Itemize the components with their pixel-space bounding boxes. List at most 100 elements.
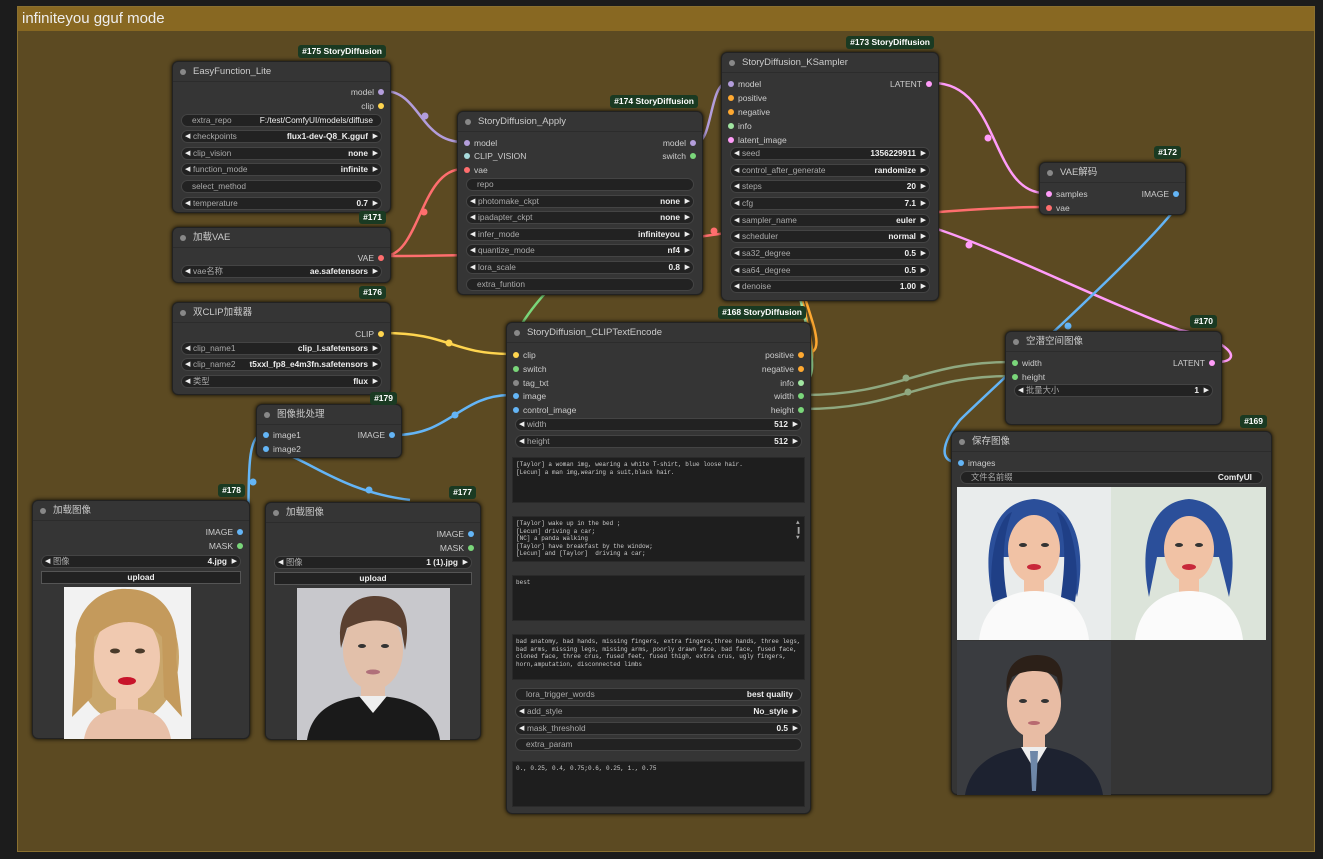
- arrow-left-icon[interactable]: ◀: [278, 557, 283, 568]
- widget-select-method[interactable]: select_method: [181, 180, 382, 193]
- slot-dot[interactable]: [1046, 191, 1052, 197]
- slot-dot[interactable]: [263, 432, 269, 438]
- widget-control-after-generate[interactable]: ◀ control_after_generate randomize ▶: [730, 164, 930, 177]
- arrow-right-icon[interactable]: ▶: [685, 245, 690, 256]
- arrow-right-icon[interactable]: ▶: [921, 198, 926, 209]
- widget-checkpoints[interactable]: ◀ checkpoints flux1-dev-Q8_K.gguf ▶: [181, 130, 382, 143]
- arrow-left-icon[interactable]: ◀: [185, 343, 190, 354]
- slot-dot[interactable]: [378, 255, 384, 261]
- arrow-left-icon[interactable]: ◀: [734, 148, 739, 159]
- arrow-left-icon[interactable]: ◀: [519, 436, 524, 447]
- arrow-right-icon[interactable]: ▶: [921, 148, 926, 159]
- node-load-vae[interactable]: #171 加载VAE VAE ◀ vae名称 ae.safetensors ▶: [172, 211, 391, 283]
- input-images[interactable]: images: [958, 457, 995, 469]
- arrow-left-icon[interactable]: ◀: [45, 556, 50, 567]
- slot-dot[interactable]: [468, 531, 474, 537]
- arrow-left-icon[interactable]: ◀: [185, 198, 190, 209]
- widget-sa32-degree[interactable]: ◀ sa32_degree 0.5 ▶: [730, 247, 930, 260]
- arrow-left-icon[interactable]: ◀: [734, 215, 739, 226]
- output-negative[interactable]: negative: [762, 363, 804, 375]
- arrow-left-icon[interactable]: ◀: [734, 281, 739, 292]
- arrow-right-icon[interactable]: ▶: [793, 436, 798, 447]
- arrow-left-icon[interactable]: ◀: [470, 262, 475, 273]
- arrow-left-icon[interactable]: ◀: [734, 231, 739, 242]
- arrow-right-icon[interactable]: ▶: [685, 229, 690, 240]
- widget-repo[interactable]: repo: [466, 178, 694, 191]
- slot-dot[interactable]: [263, 446, 269, 452]
- slot-dot[interactable]: [378, 103, 384, 109]
- arrow-right-icon[interactable]: ▶: [373, 164, 378, 175]
- input-tag-txt[interactable]: tag_txt: [513, 377, 549, 389]
- widget-sampler-name[interactable]: ◀ sampler_name euler ▶: [730, 214, 930, 227]
- output-model[interactable]: model: [663, 137, 696, 149]
- arrow-right-icon[interactable]: ▶: [373, 266, 378, 277]
- slot-dot[interactable]: [513, 352, 519, 358]
- node-title[interactable]: 加载图像: [33, 501, 249, 521]
- output-height[interactable]: height: [771, 404, 804, 416]
- node-title[interactable]: 加载图像: [266, 503, 480, 523]
- widget-cfg[interactable]: ◀ cfg 7.1 ▶: [730, 197, 930, 210]
- node-title[interactable]: 图像批处理: [257, 405, 401, 425]
- widget-extra-param[interactable]: extra_param: [515, 738, 802, 751]
- widget-steps[interactable]: ◀ steps 20 ▶: [730, 180, 930, 193]
- widget-image-select[interactable]: ◀ 图像 4.jpg ▶: [41, 555, 241, 568]
- node-dual-clip-loader[interactable]: #176 双CLIP加载器 CLIP ◀ clip_name1 clip_l.saf…: [172, 286, 391, 395]
- group-title[interactable]: infiniteyou gguf mode: [18, 7, 1314, 31]
- input-image2[interactable]: image2: [263, 443, 301, 455]
- slot-dot[interactable]: [464, 140, 470, 146]
- arrow-left-icon[interactable]: ◀: [185, 164, 190, 175]
- widget-temperature[interactable]: ◀ temperature 0.7 ▶: [181, 197, 382, 210]
- slot-dot[interactable]: [728, 81, 734, 87]
- arrow-left-icon[interactable]: ◀: [734, 181, 739, 192]
- slot-dot[interactable]: [464, 153, 470, 159]
- input-vae[interactable]: vae: [464, 164, 488, 176]
- slot-dot[interactable]: [389, 432, 395, 438]
- widget-clip-name2[interactable]: ◀ clip_name2 t5xxl_fp8_e4m3fn.safetensors ▶: [181, 358, 382, 371]
- arrow-right-icon[interactable]: ▶: [921, 215, 926, 226]
- node-title[interactable]: StoryDiffusion_Apply: [458, 112, 702, 132]
- arrow-right-icon[interactable]: ▶: [685, 212, 690, 223]
- slot-dot[interactable]: [798, 393, 804, 399]
- node-storydiffusion-cliptextencode[interactable]: #168 StoryDiffusion StoryDiffusion_CLIPT…: [506, 306, 811, 814]
- upload-button[interactable]: upload: [274, 572, 472, 585]
- output-latent[interactable]: LATENT: [1173, 357, 1215, 369]
- arrow-left-icon[interactable]: ◀: [185, 266, 190, 277]
- output-image-3[interactable]: [957, 641, 1111, 795]
- widget-clip-vision[interactable]: ◀ clip_vision none ▶: [181, 147, 382, 160]
- node-image-batch[interactable]: #179 图像批处理 image1 image2 IMAGE: [256, 392, 402, 458]
- arrow-right-icon[interactable]: ▶: [232, 556, 237, 567]
- slot-dot[interactable]: [728, 95, 734, 101]
- node-load-image-1[interactable]: #178 加载图像 IMAGE MASK ◀ 图像 4.jpg ▶ upload: [32, 484, 250, 739]
- slot-dot[interactable]: [513, 366, 519, 372]
- arrow-right-icon[interactable]: ▶: [685, 196, 690, 207]
- output-positive[interactable]: positive: [765, 349, 804, 361]
- graph-canvas[interactable]: infiniteyou gguf mode #175 StoryDiffusio…: [0, 0, 1323, 859]
- node-storydiffusion-ksampler[interactable]: #173 StoryDiffusion StoryDiffusion_KSamp…: [721, 36, 939, 301]
- arrow-left-icon[interactable]: ◀: [734, 265, 739, 276]
- node-title[interactable]: StoryDiffusion_KSampler: [722, 53, 938, 73]
- output-image-1[interactable]: [957, 487, 1111, 640]
- arrow-left-icon[interactable]: ◀: [734, 248, 739, 259]
- slot-dot[interactable]: [513, 393, 519, 399]
- input-model[interactable]: model: [728, 78, 761, 90]
- slot-dot[interactable]: [1012, 374, 1018, 380]
- slot-dot[interactable]: [378, 331, 384, 337]
- output-mask[interactable]: MASK: [209, 540, 243, 552]
- slot-dot[interactable]: [513, 380, 519, 386]
- output-clip[interactable]: CLIP: [355, 328, 384, 340]
- widget-image-select[interactable]: ◀ 图像 1 (1).jpg ▶: [274, 556, 472, 569]
- output-vae[interactable]: VAE: [358, 252, 384, 264]
- slot-dot[interactable]: [237, 543, 243, 549]
- input-clip[interactable]: clip: [513, 349, 536, 361]
- node-title[interactable]: StoryDiffusion_CLIPTextEncode: [507, 323, 810, 343]
- scene-prompt-textarea[interactable]: [Taylor] wake up in the bed ; [Lecun] dr…: [512, 516, 805, 562]
- arrow-left-icon[interactable]: ◀: [1018, 385, 1023, 396]
- widget-height[interactable]: ◀ height 512 ▶: [515, 435, 802, 448]
- widget-lora-trigger-words[interactable]: lora_trigger_words best quality: [515, 688, 802, 701]
- arrow-right-icon[interactable]: ▶: [921, 248, 926, 259]
- widget-denoise[interactable]: ◀ denoise 1.00 ▶: [730, 280, 930, 293]
- slot-dot[interactable]: [728, 123, 734, 129]
- widget-scheduler[interactable]: ◀ scheduler normal ▶: [730, 230, 930, 243]
- input-negative[interactable]: negative: [728, 106, 770, 118]
- slot-dot[interactable]: [378, 89, 384, 95]
